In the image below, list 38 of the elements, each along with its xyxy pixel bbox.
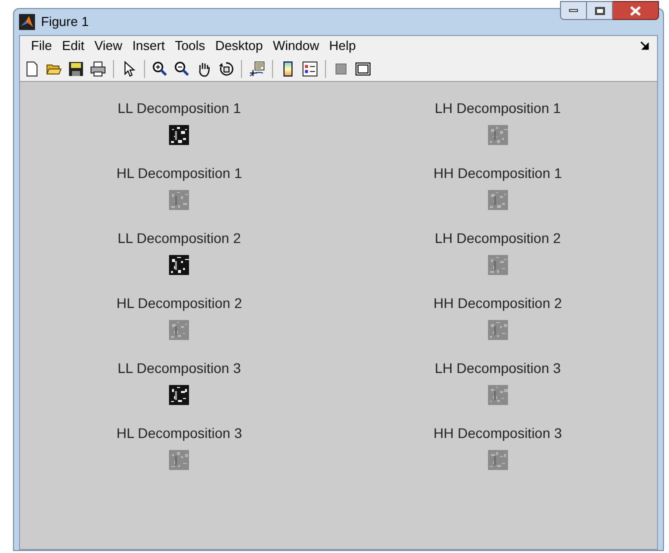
square-icon[interactable]	[333, 60, 349, 76]
menu-item[interactable]: View	[89, 36, 128, 56]
print-icon[interactable]	[90, 60, 106, 76]
plot-title: LL Decomposition 2	[118, 229, 241, 247]
menu-item[interactable]: Insert	[127, 36, 170, 56]
zoom-out-icon[interactable]	[174, 60, 190, 76]
plot-title: HH Decomposition 3	[434, 424, 562, 442]
pan-hand-icon[interactable]	[196, 60, 212, 76]
legend-icon[interactable]	[302, 60, 318, 76]
menu-item[interactable]: Window	[268, 36, 324, 56]
dock-arrow-icon	[640, 41, 649, 50]
plot-title: HH Decomposition 1	[434, 164, 562, 182]
close-icon	[630, 6, 641, 16]
plot-title: HH Decomposition 2	[434, 294, 562, 312]
maximize-button[interactable]	[587, 1, 613, 20]
plot-title: HL Decomposition 1	[116, 164, 242, 182]
plot-title: LH Decomposition 1	[434, 99, 561, 117]
new-file-icon[interactable]	[24, 60, 40, 76]
data-cursor-icon[interactable]	[249, 60, 265, 76]
window-frame-icon[interactable]	[355, 60, 371, 76]
plot-title: HL Decomposition 2	[116, 294, 242, 312]
menu-item[interactable]: Desktop	[210, 36, 268, 56]
plot-title: LL Decomposition 1	[118, 99, 241, 117]
plot-title: LH Decomposition 3	[434, 359, 561, 377]
window-title: Figure 1	[41, 13, 89, 32]
menu-item[interactable]: Edit	[56, 36, 90, 56]
app-logo-icon	[19, 14, 35, 30]
plot-title: LH Decomposition 2	[434, 229, 561, 247]
menu-item[interactable]: Tools	[170, 36, 210, 56]
zoom-in-icon[interactable]	[152, 60, 168, 76]
menu-item[interactable]: File	[26, 36, 57, 56]
rotate-icon[interactable]	[218, 60, 234, 76]
plot-title: HL Decomposition 3	[116, 424, 242, 442]
minimize-button[interactable]	[560, 1, 587, 20]
plot-title: LL Decomposition 3	[118, 359, 241, 377]
menu-item[interactable]: Help	[324, 36, 361, 56]
close-button[interactable]	[613, 1, 659, 20]
save-icon[interactable]	[68, 60, 84, 76]
